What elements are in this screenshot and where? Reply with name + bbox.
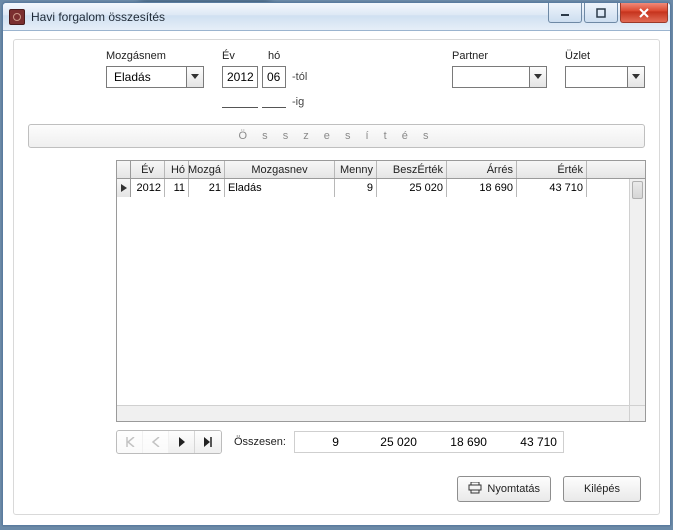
mozgasnem-combo[interactable]: Eladás [106, 66, 204, 88]
chevron-down-icon[interactable] [186, 67, 203, 87]
nav-next-button[interactable] [169, 431, 195, 453]
title-bar[interactable]: Havi forgalom összesítés [3, 3, 670, 31]
record-navigator [116, 430, 222, 454]
tol-suffix: -tól [292, 71, 307, 83]
uzlet-field: Üzlet [565, 50, 645, 88]
print-label: Nyomtatás [487, 483, 540, 495]
osszesites-label: Ö s s z e s í t é s [239, 130, 435, 142]
osszesites-button[interactable]: Ö s s z e s í t é s [28, 124, 645, 148]
minimize-button[interactable] [548, 3, 582, 23]
grid-corner [117, 161, 131, 178]
nav-prev-button[interactable] [143, 431, 169, 453]
cell-menny: 9 [335, 179, 377, 197]
col-ev[interactable]: Év [131, 161, 165, 178]
total-ertek: 43 710 [493, 435, 563, 449]
scroll-corner [629, 405, 645, 421]
total-beszertek: 25 020 [345, 435, 423, 449]
print-button[interactable]: Nyomtatás [457, 476, 551, 502]
result-grid[interactable]: Év Hó Mozgá Mozgasnev Menny BeszÉrték Ár… [116, 160, 646, 422]
grid-header: Év Hó Mozgá Mozgasnev Menny BeszÉrték Ár… [117, 161, 645, 179]
total-arres: 18 690 [423, 435, 493, 449]
close-button[interactable] [620, 3, 668, 23]
ev-to-input[interactable] [222, 106, 258, 108]
exit-label: Kilépés [584, 483, 620, 495]
mozgasnem-field: Mozgásnem Eladás [106, 50, 204, 88]
group-frame: Mozgásnem Eladás Év hó 2012 [13, 39, 660, 515]
ig-suffix: -ig [292, 96, 304, 108]
cell-ertek: 43 710 [517, 179, 587, 197]
uzlet-label: Üzlet [565, 50, 645, 66]
printer-icon [468, 482, 482, 497]
navigator-row: Összesen: 9 25 020 18 690 43 710 [116, 430, 645, 454]
osszesen-label: Összesen: [234, 436, 286, 448]
mozgasnem-value: Eladás [111, 70, 186, 84]
chevron-down-icon[interactable] [529, 67, 546, 87]
cell-arres: 18 690 [447, 179, 517, 197]
dialog-window: Havi forgalom összesítés Mozgásnem Eladá… [2, 2, 671, 526]
table-row[interactable]: 2012 11 21 Eladás 9 25 020 18 690 43 710 [117, 179, 645, 197]
col-ho[interactable]: Hó [165, 161, 189, 178]
partner-combo[interactable] [452, 66, 547, 88]
col-arres[interactable]: Árrés [447, 161, 517, 178]
col-mozgas[interactable]: Mozgá [189, 161, 225, 178]
horizontal-scrollbar[interactable] [117, 405, 629, 421]
total-menny: 9 [295, 435, 345, 449]
maximize-button[interactable] [584, 3, 618, 23]
col-beszertek[interactable]: BeszÉrték [377, 161, 447, 178]
ho-label: hó [268, 50, 292, 66]
col-mozgasnev[interactable]: Mozgasnev [225, 161, 335, 178]
cell-mozgas: 21 [189, 179, 225, 197]
cell-beszertek: 25 020 [377, 179, 447, 197]
col-ertek[interactable]: Érték [517, 161, 587, 178]
cell-ev: 2012 [131, 179, 165, 197]
nav-first-button[interactable] [117, 431, 143, 453]
ev-from-input[interactable]: 2012 [222, 66, 258, 88]
col-menny[interactable]: Menny [335, 161, 377, 178]
ev-label: Év [222, 50, 258, 66]
partner-label: Partner [452, 50, 547, 66]
partner-field: Partner [452, 50, 547, 88]
chevron-down-icon[interactable] [627, 67, 644, 87]
uzlet-combo[interactable] [565, 66, 645, 88]
row-indicator-icon [117, 179, 131, 197]
app-icon [9, 9, 25, 25]
filter-row: Mozgásnem Eladás Év hó 2012 [28, 50, 645, 108]
exit-button[interactable]: Kilépés [563, 476, 641, 502]
period-field: Év hó 2012 06 -tól -ig [222, 50, 307, 108]
ho-to-input[interactable] [262, 106, 286, 108]
bottom-buttons: Nyomtatás Kilépés [457, 476, 641, 502]
cell-mozgasnev: Eladás [225, 179, 335, 197]
content-area: Mozgásnem Eladás Év hó 2012 [3, 31, 670, 525]
window-title: Havi forgalom összesítés [31, 10, 165, 24]
ho-from-input[interactable]: 06 [262, 66, 286, 88]
vertical-scrollbar[interactable] [629, 179, 645, 421]
grid-body[interactable]: 2012 11 21 Eladás 9 25 020 18 690 43 710 [117, 179, 645, 405]
totals-box: 9 25 020 18 690 43 710 [294, 431, 564, 453]
nav-last-button[interactable] [195, 431, 221, 453]
mozgasnem-label: Mozgásnem [106, 50, 204, 66]
cell-ho: 11 [165, 179, 189, 197]
